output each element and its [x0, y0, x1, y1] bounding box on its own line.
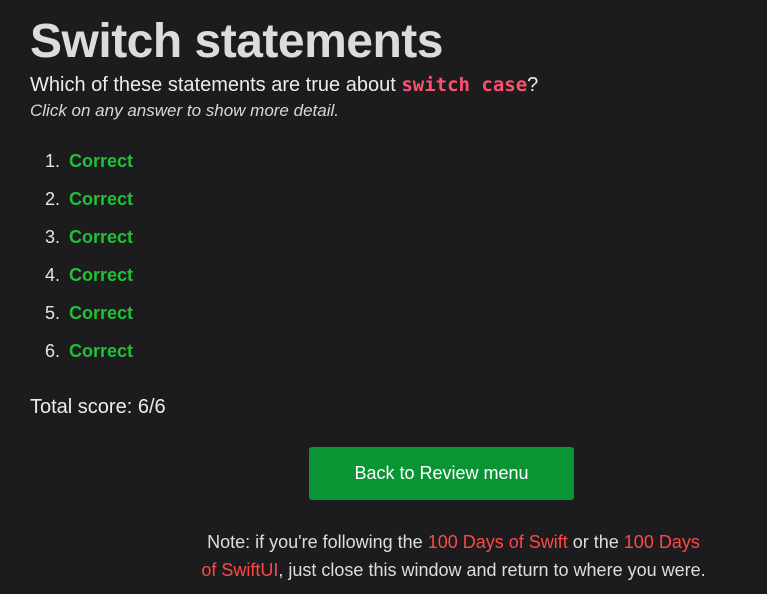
answer-item-6[interactable]: 6. Correct — [30, 332, 737, 370]
note-suffix: , just close this window and return to w… — [278, 560, 706, 580]
answer-result[interactable]: Correct — [69, 227, 133, 248]
answer-result[interactable]: Correct — [69, 341, 133, 362]
answer-result[interactable]: Correct — [69, 151, 133, 172]
link-100-days-of-swift[interactable]: 100 Days of Swift — [428, 532, 568, 552]
instruction-hint: Click on any answer to show more detail. — [30, 101, 339, 120]
question-text: Which of these statements are true about… — [30, 72, 737, 98]
answer-result[interactable]: Correct — [69, 265, 133, 286]
question-code: switch case — [401, 74, 528, 96]
answer-item-4[interactable]: 4. Correct — [30, 256, 737, 294]
question-suffix: ? — [527, 74, 539, 96]
note-prefix: Note: if you're following the — [207, 532, 428, 552]
back-to-review-menu-button[interactable]: Back to Review menu — [309, 447, 574, 500]
note-middle: or the — [567, 532, 624, 552]
total-score: Total score: 6/6 — [30, 396, 166, 418]
answer-number: 1. — [44, 150, 60, 171]
answer-item-3[interactable]: 3. Correct — [30, 218, 737, 256]
answer-result[interactable]: Correct — [69, 189, 133, 210]
answer-list: 1. Correct 2. Correct 3. Correct 4. Corr… — [30, 142, 737, 370]
answer-number: 6. — [44, 340, 60, 361]
answer-number: 2. — [44, 188, 60, 209]
answer-number: 3. — [44, 226, 60, 247]
footer-note: Note: if you're following the 100 Days o… — [30, 528, 737, 584]
page-title: Switch statements — [30, 15, 443, 68]
answer-item-1[interactable]: 1. Correct — [30, 142, 737, 180]
question-prefix: Which of these statements are true about — [30, 74, 402, 96]
answer-result[interactable]: Correct — [69, 303, 133, 324]
review-page: Switch statements Which of these stateme… — [0, 0, 767, 594]
answer-item-5[interactable]: 5. Correct — [30, 294, 737, 332]
answer-item-2[interactable]: 2. Correct — [30, 180, 737, 218]
answer-number: 4. — [44, 264, 60, 285]
button-container: Back to Review menu — [30, 447, 737, 500]
answer-number: 5. — [44, 302, 60, 323]
